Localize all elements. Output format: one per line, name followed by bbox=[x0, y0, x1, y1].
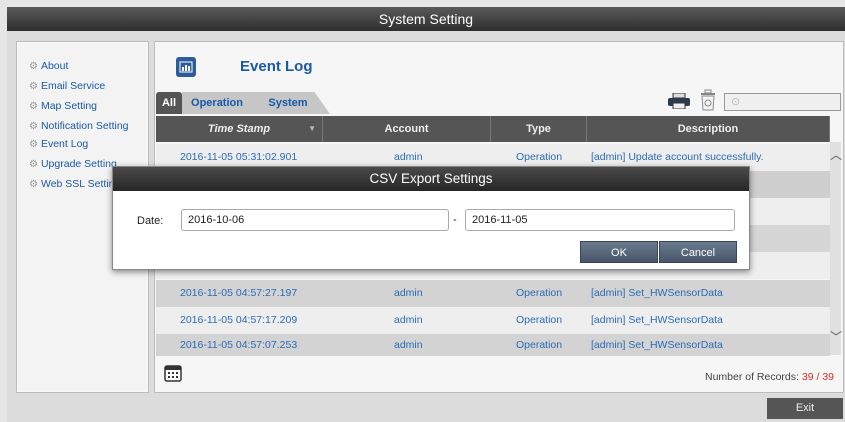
sidebar-item-label: Upgrade Setting bbox=[40, 158, 117, 170]
sidebar-item-label: Web SSL Setting bbox=[40, 178, 121, 190]
column-header-description[interactable]: Description bbox=[587, 116, 830, 142]
gear-icon: ⚙ bbox=[29, 61, 38, 72]
search-input[interactable]: ⊙ bbox=[724, 93, 841, 111]
sidebar-item-label: Notification Setting bbox=[40, 120, 129, 132]
table-scrollbar[interactable] bbox=[830, 142, 841, 355]
sidebar-item-label: Email Service bbox=[40, 80, 106, 92]
sidebar-item-label: Map Setting bbox=[40, 100, 98, 112]
gear-icon: ⚙ bbox=[29, 159, 38, 170]
search-icon: ⊙ bbox=[731, 96, 741, 108]
printer-icon[interactable] bbox=[668, 92, 690, 110]
end-date-field[interactable]: 2016-11-05 bbox=[465, 209, 735, 231]
start-date-field[interactable]: 2016-10-06 bbox=[181, 209, 449, 231]
column-header-type[interactable]: Type bbox=[491, 116, 587, 142]
chevron-up-icon[interactable]: ︿ bbox=[830, 149, 842, 161]
tab-all[interactable]: All bbox=[156, 92, 182, 114]
record-count: Number of Records: 39 / 39 bbox=[704, 371, 834, 383]
gear-icon: ⚙ bbox=[29, 121, 38, 132]
gear-icon: ⚙ bbox=[29, 81, 38, 92]
chart-icon bbox=[176, 57, 196, 77]
ok-button[interactable]: OK bbox=[580, 241, 658, 263]
exit-button[interactable]: Exit bbox=[767, 398, 843, 419]
page-title: Event Log bbox=[240, 58, 313, 75]
cell-type: Operation bbox=[516, 314, 563, 326]
cell-account: admin bbox=[394, 287, 423, 299]
window-title: System Setting bbox=[7, 7, 845, 31]
cell-time-stamp: 2016-11-05 04:57:17.209 bbox=[180, 314, 298, 326]
dialog-title: CSV Export Settings bbox=[113, 167, 749, 191]
sidebar-item-email-service[interactable]: ⚙ Email Service bbox=[29, 80, 105, 92]
cell-time-stamp: 2016-11-05 04:57:27.197 bbox=[180, 287, 298, 299]
gear-icon: ⚙ bbox=[29, 139, 38, 150]
sidebar-item-label: About bbox=[40, 60, 69, 72]
sidebar-item-label: Event Log bbox=[40, 138, 89, 150]
cell-account: admin bbox=[394, 339, 423, 351]
cell-type: Operation bbox=[516, 339, 563, 351]
table-row[interactable]: 2016-11-05 04:57:17.209 admin Operation … bbox=[156, 307, 830, 334]
column-header-time-stamp[interactable]: Time Stamp ▼ bbox=[156, 116, 323, 142]
tab-operation[interactable]: Operation bbox=[182, 92, 252, 114]
cell-account: admin bbox=[394, 314, 423, 326]
cell-time-stamp: 2016-11-05 04:57:07.253 bbox=[180, 339, 298, 351]
sidebar-item-upgrade-setting[interactable]: ⚙ Upgrade Setting bbox=[29, 158, 117, 170]
gear-icon: ⚙ bbox=[29, 101, 38, 112]
sidebar-item-about[interactable]: ⚙ About bbox=[29, 60, 68, 72]
sidebar-item-map-setting[interactable]: ⚙ Map Setting bbox=[29, 100, 97, 112]
cancel-button[interactable]: Cancel bbox=[659, 241, 737, 263]
sidebar-item-web-ssl-setting[interactable]: ⚙ Web SSL Setting bbox=[29, 178, 120, 190]
sidebar-item-notification-setting[interactable]: ⚙ Notification Setting bbox=[29, 120, 129, 132]
sort-icon: ▼ bbox=[308, 124, 316, 133]
table-row[interactable]: 2016-11-05 04:57:07.253 admin Operation … bbox=[156, 334, 830, 356]
column-header-account[interactable]: Account bbox=[323, 116, 491, 142]
date-label: Date: bbox=[137, 215, 164, 227]
cell-description: [admin] Set_HWSensorData bbox=[591, 339, 723, 351]
date-separator: - bbox=[453, 214, 457, 226]
trash-icon[interactable] bbox=[699, 89, 717, 111]
sidebar-item-event-log[interactable]: ⚙ Event Log bbox=[29, 138, 88, 150]
cell-description: [admin] Set_HWSensorData bbox=[591, 314, 723, 326]
cell-type: Operation bbox=[516, 287, 563, 299]
cell-description: [admin] Set_HWSensorData bbox=[591, 287, 723, 299]
table-row[interactable]: 2016-11-05 04:57:27.197 admin Operation … bbox=[156, 280, 830, 307]
chevron-down-icon[interactable]: ﹀ bbox=[830, 331, 842, 343]
gear-icon: ⚙ bbox=[29, 179, 38, 190]
csv-export-dialog: CSV Export Settings Date: 2016-10-06 - 2… bbox=[112, 166, 750, 270]
table-header: Time Stamp ▼ Account Type Description bbox=[156, 116, 830, 142]
calendar-icon[interactable] bbox=[164, 364, 182, 382]
